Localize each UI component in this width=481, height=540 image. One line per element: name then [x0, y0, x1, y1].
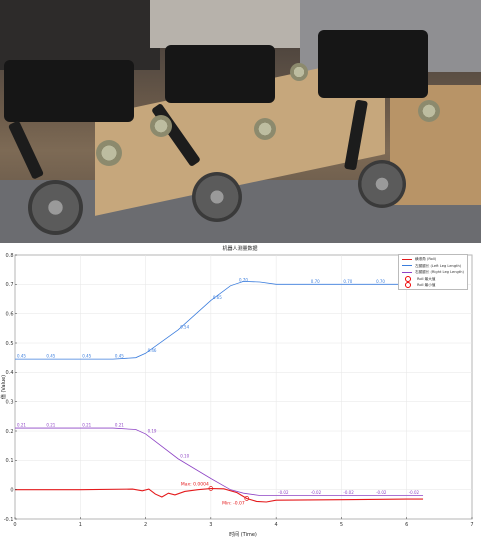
y-tick-label: 0: [10, 487, 13, 493]
y-tick-label: 0.3: [6, 399, 14, 405]
x-tick-label: 1: [79, 522, 82, 528]
y-tick-label: -0.1: [4, 517, 14, 523]
data-label: 0.70: [343, 279, 352, 284]
x-tick-label: 5: [340, 522, 343, 528]
y-tick-label: 0.2: [6, 429, 14, 435]
data-label: 0.45: [115, 354, 124, 359]
legend-label-right-leg: 右腿腿长 (Right Leg Length): [415, 270, 464, 274]
data-label: -0.02: [376, 490, 387, 495]
data-label: -0.02: [343, 490, 354, 495]
legend-label-left-leg: 左腿腿长 (Left Leg Length): [415, 263, 462, 268]
chart-legend: 横滚角 (Roll) 左腿腿长 (Left Leg Length) 右腿腿长 (…: [398, 254, 468, 290]
x-tick-label: 3: [209, 522, 212, 528]
x-tick-label: 7: [470, 522, 473, 528]
legend-item-right-leg: 右腿腿长 (Right Leg Length): [402, 269, 464, 275]
x-axis-label: 时间 (Time): [229, 531, 257, 538]
data-label: 0.70: [311, 279, 320, 284]
photo-wall-middle: [150, 0, 300, 48]
robot-foot-wheel-2: [150, 115, 172, 137]
y-tick-label: 0.5: [6, 341, 14, 347]
data-label: -0.02: [409, 490, 420, 495]
robot-foot-wheel-4: [290, 63, 308, 81]
legend-item-left-leg: 左腿腿长 (Left Leg Length): [402, 263, 461, 269]
legend-swatch-right-leg: [402, 271, 412, 273]
data-label: 0.54: [180, 324, 189, 329]
robot-wheel-1: [28, 180, 83, 235]
chart-panel: 机器人测量数据 0.45 0.45 0.45 0.45 0.46 0.54 0.65 0.70…: [0, 243, 481, 540]
legend-item-roll: 横滚角 (Roll): [402, 256, 436, 262]
data-label: 0.21: [82, 423, 91, 428]
y-tick-label: 0.8: [6, 253, 14, 259]
legend-item-roll-min: Roll 最小值: [402, 282, 435, 288]
data-label: 0.46: [148, 348, 157, 353]
robot-body-1: [4, 60, 134, 122]
legend-swatch-roll: [402, 258, 412, 260]
data-label: 0.70: [376, 279, 385, 284]
data-label: 0.45: [82, 354, 91, 359]
robot-foot-wheel-1: [96, 140, 122, 166]
data-label: 0.19: [148, 428, 157, 433]
y-axis-label: 值 (Value): [0, 375, 7, 399]
legend-marker-max-icon: [405, 275, 411, 282]
x-tick-label: 4: [275, 522, 278, 528]
data-label: 0.70: [239, 277, 248, 282]
legend-label-roll: 横滚角 (Roll): [415, 257, 437, 261]
y-tick-label: 0.6: [6, 311, 14, 317]
figure: 机器人测量数据 0.45 0.45 0.45 0.45 0.46 0.54 0.65 0.70…: [0, 0, 481, 540]
legend-item-roll-max: Roll 最大值: [402, 275, 436, 282]
data-label: 0.21: [17, 423, 26, 428]
x-tick-label: 6: [405, 522, 408, 528]
data-label: 0.65: [213, 295, 222, 300]
y-tick-label: 0.1: [6, 458, 14, 464]
robot-leg-1: [7, 120, 45, 180]
y-tick-label: 0.7: [6, 282, 14, 288]
legend-label-roll-max: Roll 最大值: [417, 276, 436, 281]
data-label: 0.10: [180, 453, 189, 458]
data-label: 0.21: [115, 423, 124, 428]
roll-min-annotation: Min: -0.07: [222, 500, 245, 506]
robot-wheel-3: [358, 160, 406, 208]
data-label: 0.21: [46, 423, 55, 428]
roll-max-annotation: Max: 0.0004: [181, 481, 209, 487]
data-label: 0.45: [17, 354, 26, 359]
x-tick-label: 0: [13, 522, 16, 528]
plot-area: [14, 254, 473, 520]
data-label: 0.45: [46, 354, 55, 359]
legend-swatch-left-leg: [402, 265, 412, 266]
legend-marker-min-icon: [405, 282, 411, 288]
robot-wheel-2: [192, 172, 242, 222]
x-tick-label: 2: [144, 522, 147, 528]
robot-photo: [0, 0, 481, 243]
robot-body-2: [165, 45, 275, 103]
robot-body-3: [318, 30, 428, 98]
data-label: -0.02: [278, 490, 289, 495]
robot-foot-wheel-5: [418, 100, 440, 122]
robot-foot-wheel-3: [254, 118, 276, 140]
legend-label-roll-min: Roll 最小值: [417, 283, 436, 287]
chart-title: 机器人测量数据: [222, 245, 257, 252]
data-label: -0.02: [311, 490, 322, 495]
